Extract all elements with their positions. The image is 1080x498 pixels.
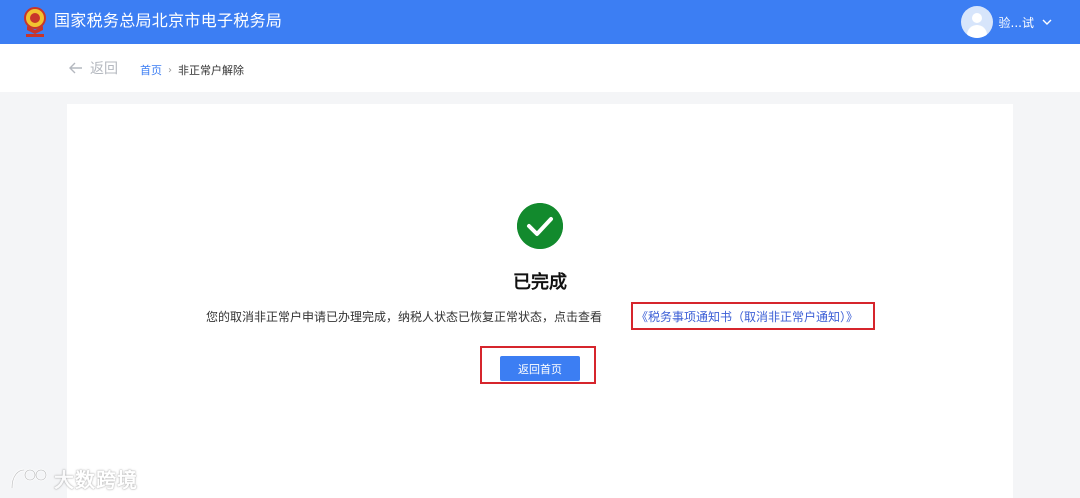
success-check-icon	[517, 203, 563, 249]
breadcrumb-bar: 返回 首页 › 非正常户解除	[0, 44, 1080, 92]
back-button[interactable]: 返回	[68, 58, 118, 78]
watermark-text: 大数跨境	[54, 468, 138, 492]
arrow-left-icon[interactable]	[68, 60, 84, 76]
chevron-down-icon[interactable]	[1040, 15, 1054, 29]
watermark: 大数跨境	[8, 464, 138, 493]
user-menu[interactable]: 验...试	[960, 6, 1054, 38]
result-message: 您的取消非正常户申请已办理完成，纳税人状态已恢复正常状态，点击查看	[206, 310, 603, 324]
user-name[interactable]: 验...试	[999, 14, 1034, 31]
result-card	[67, 104, 1013, 498]
breadcrumb-separator: ›	[168, 64, 172, 76]
breadcrumb-home-link[interactable]: 首页	[140, 62, 162, 78]
result-title: 已完成	[513, 272, 567, 293]
notice-document-link[interactable]: 《税务事项通知书（取消非正常户通知）》	[636, 308, 858, 325]
top-header-bar: 国家税务总局北京市电子税务局 验...试	[0, 0, 1080, 44]
return-home-button[interactable]: 返回首页	[500, 356, 580, 381]
tax-emblem-icon	[24, 7, 46, 37]
site-title: 国家税务总局北京市电子税务局	[54, 11, 283, 30]
user-avatar-icon[interactable]	[960, 6, 993, 38]
watermark-logo-icon	[10, 468, 48, 488]
breadcrumb: 首页 › 非正常户解除	[140, 62, 244, 78]
back-label[interactable]: 返回	[90, 58, 118, 78]
breadcrumb-current: 非正常户解除	[178, 64, 244, 77]
